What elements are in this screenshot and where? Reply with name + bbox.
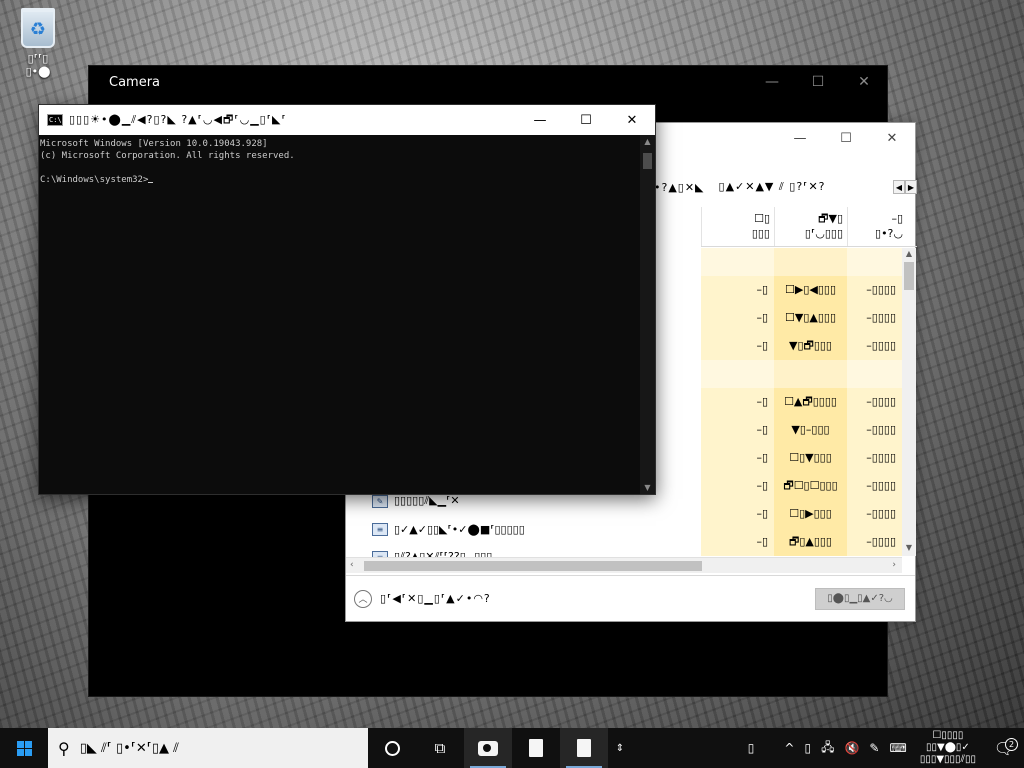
tray-item-1-icon[interactable]: ▯ bbox=[799, 741, 816, 755]
footer-details-link[interactable]: ▯⸢◀⸢✕▯▁▯⸢▲✓•◠? bbox=[380, 592, 491, 605]
list-footer: ︿ ▯⸢◀⸢✕▯▁▯⸢▲✓•◠? ▯⬤▯▁▯▲✓?◡ bbox=[346, 575, 915, 621]
cmd-title: ▯▯▯☀•⬤▁⫽◀?▯?◣ ?▲⸢◡◀🗗⸢◡▁▯⸢◣⸢ bbox=[69, 112, 287, 126]
list-horizontal-scrollbar[interactable]: ‹ › bbox=[346, 557, 902, 573]
list-close-button[interactable]: ✕ bbox=[869, 123, 915, 153]
camera-icon bbox=[478, 740, 498, 756]
column-c-header[interactable]: –▯ ▯•?◡ bbox=[847, 207, 907, 246]
list-item[interactable]: ≡ ▯✓▲✓▯▯◣⸢•✓⬤■⸢▯▯▯▯▯ bbox=[372, 515, 702, 543]
recycle-bin-label-1: ▯⸢⸢▯ bbox=[27, 52, 49, 65]
console-output[interactable]: Microsoft Windows [Version 10.0.19043.92… bbox=[39, 135, 642, 494]
camera-close-button[interactable]: ✕ bbox=[841, 66, 887, 98]
table-row[interactable]: –▯ ☐▲🗗▯▯▯▯ –▯▯▯▯ bbox=[701, 388, 902, 416]
search-placeholder: ▯◣ ⫽⸢ ▯•⸢✕⸢▯▲ ⫽ bbox=[79, 740, 179, 756]
document-icon bbox=[529, 739, 543, 757]
list-minimize-button[interactable]: — bbox=[777, 123, 823, 153]
taskbar-document-app-2[interactable] bbox=[560, 728, 608, 768]
cmd-scroll-up-icon[interactable]: ▲ bbox=[640, 137, 655, 146]
cmd-app-icon: C:\ bbox=[47, 114, 63, 126]
table-row[interactable]: –▯ ☐▯▼▯▯▯ –▯▯▯▯ bbox=[701, 444, 902, 472]
taskbar-overflow-button[interactable]: ⇕ bbox=[608, 728, 632, 768]
ime-indicator[interactable]: ▯ bbox=[743, 741, 760, 755]
clock-line-1: ☐▯▯▯▯ bbox=[932, 730, 964, 741]
pen-icon[interactable]: ✎ bbox=[864, 741, 884, 755]
cortana-button[interactable] bbox=[368, 728, 416, 768]
recycle-bin-icon: ♻ bbox=[21, 8, 55, 48]
toolbar-group-2[interactable]: ▯▲✓✕▲▼ ⫽ ▯?⸢✕? bbox=[719, 180, 826, 194]
search-icon: ⚲ bbox=[58, 738, 70, 758]
table-row[interactable] bbox=[701, 360, 902, 388]
taskbar-camera-app[interactable] bbox=[464, 728, 512, 768]
table-rows: –▯ ☐▶▯◀▯▯▯ –▯▯▯▯ –▯ ☐▼▯▲▯▯▯ –▯▯▯▯ –▯ ▼▯🗗▯▯▯ –▯… bbox=[701, 248, 902, 556]
camera-maximize-button[interactable]: ☐ bbox=[795, 66, 841, 98]
clock-line-3: ▯▯▯▼▯▯▯⫽▯▯ bbox=[919, 754, 976, 765]
console-prompt-line[interactable]: C:\Windows\system32> bbox=[40, 174, 642, 186]
table-row[interactable]: –▯ ☐▶▯◀▯▯▯ –▯▯▯▯ bbox=[701, 276, 902, 304]
cmd-window: C:\ ▯▯▯☀•⬤▁⫽◀?▯?◣ ?▲⸢◡◀🗗⸢◡▁▯⸢◣⸢ — ☐ ✕ Mi… bbox=[38, 104, 656, 495]
list-hscroll-thumb[interactable] bbox=[364, 561, 702, 571]
recycle-bin-label-2: ▯•⬤ bbox=[25, 65, 51, 78]
column-a-header[interactable]: ☐▯ ▯▯▯ bbox=[701, 207, 774, 246]
cmd-minimize-button[interactable]: — bbox=[517, 105, 563, 135]
table-row[interactable]: –▯ ▼▯–▯▯▯ –▯▯▯▯ bbox=[701, 416, 902, 444]
cmd-scroll-down-icon[interactable]: ▼ bbox=[640, 483, 655, 492]
console-line-version: Microsoft Windows [Version 10.0.19043.92… bbox=[40, 139, 268, 149]
table-row[interactable]: –▯ ☐▯▶▯▯▯ –▯▯▯▯ bbox=[701, 500, 902, 528]
notification-count-badge: 2 bbox=[1005, 737, 1018, 751]
item-icon: ≡ bbox=[372, 522, 388, 536]
camera-title: Camera bbox=[109, 74, 161, 90]
table-row[interactable] bbox=[701, 248, 902, 276]
scroll-left-icon[interactable]: ‹ bbox=[350, 560, 354, 570]
item-icon: ✎ bbox=[372, 494, 388, 508]
task-view-icon: ⧉ bbox=[434, 739, 446, 757]
column-b-header[interactable]: 🗗▼▯ ▯⸢◡▯▯▯ bbox=[774, 207, 847, 246]
start-button[interactable] bbox=[0, 728, 48, 768]
cmd-vertical-scrollbar[interactable]: ▲ ▼ bbox=[640, 135, 655, 494]
taskbar-document-app-1[interactable] bbox=[512, 728, 560, 768]
taskbar: ⚲ ▯◣ ⫽⸢ ▯•⸢✕⸢▯▲ ⫽ ⧉ ⇕ ▯ ^ ▯ 🖧 🔇 ✎ ⌨ ☐▯▯▯… bbox=[0, 728, 1024, 768]
toolbar-scroll-left-icon[interactable]: ◀ bbox=[893, 180, 905, 194]
console-line-copyright: (c) Microsoft Corporation. All rights re… bbox=[40, 151, 295, 161]
list-vscroll-thumb[interactable] bbox=[904, 262, 914, 290]
cmd-titlebar[interactable]: C:\ ▯▯▯☀•⬤▁⫽◀?▯?◣ ?▲⸢◡◀🗗⸢◡▁▯⸢◣⸢ — ☐ ✕ bbox=[39, 105, 655, 135]
camera-titlebar[interactable]: Camera — ☐ ✕ bbox=[89, 66, 887, 98]
table-row[interactable]: –▯ ☐▼▯▲▯▯▯ –▯▯▯▯ bbox=[701, 304, 902, 332]
cmd-vscroll-thumb[interactable] bbox=[643, 153, 652, 169]
taskbar-clock[interactable]: ☐▯▯▯▯ ▯▯▼⬤▯✓ ▯▯▯▼▯▯▯⫽▯▯ bbox=[912, 730, 984, 766]
action-center-button[interactable]: 🗨 2 bbox=[984, 737, 1024, 758]
tray-chevron-up-icon[interactable]: ^ bbox=[779, 741, 799, 755]
volume-muted-icon[interactable]: 🔇 bbox=[839, 741, 864, 755]
cortana-ring-icon bbox=[384, 740, 400, 756]
camera-minimize-button[interactable]: — bbox=[749, 66, 795, 98]
scroll-down-icon[interactable]: ▼ bbox=[902, 543, 916, 555]
cmd-maximize-button[interactable]: ☐ bbox=[563, 105, 609, 135]
taskbar-search-box[interactable]: ⚲ ▯◣ ⫽⸢ ▯•⸢✕⸢▯▲ ⫽ bbox=[48, 728, 368, 768]
windows-logo-icon bbox=[16, 740, 32, 756]
toolbar-group-1[interactable]: •?▲▯✕◣ bbox=[654, 181, 705, 194]
task-view-button[interactable]: ⧉ bbox=[416, 728, 464, 768]
scroll-up-icon[interactable]: ▲ bbox=[902, 249, 916, 261]
system-tray: ▯ ^ ▯ 🖧 🔇 ✎ ⌨ ☐▯▯▯▯ ▯▯▼⬤▯✓ ▯▯▯▼▯▯▯⫽▯▯ 🗨 … bbox=[743, 728, 1024, 768]
collapse-chevron-icon[interactable]: ︿ bbox=[354, 589, 372, 608]
keyboard-icon[interactable]: ⌨ bbox=[884, 741, 911, 755]
table-row[interactable]: –▯ 🗗▯▲▯▯▯ –▯▯▯▯ bbox=[701, 528, 902, 556]
footer-action-button[interactable]: ▯⬤▯▁▯▲✓?◡ bbox=[815, 587, 905, 610]
list-toolbar: •?▲▯✕◣ ▯▲✓✕▲▼ ⫽ ▯?⸢✕? ◀ ▶ bbox=[654, 177, 917, 197]
column-header: ☐▯ ▯▯▯ 🗗▼▯ ▯⸢◡▯▯▯ –▯ ▯•?◡ bbox=[701, 207, 917, 247]
table-row[interactable]: –▯ ▼▯🗗▯▯▯ –▯▯▯▯ bbox=[701, 332, 902, 360]
document-icon bbox=[577, 739, 591, 757]
list-vertical-scrollbar[interactable]: ▲ ▼ bbox=[902, 248, 916, 556]
scroll-right-icon[interactable]: › bbox=[892, 560, 896, 570]
text-cursor bbox=[148, 182, 154, 183]
console-prompt: C:\Windows\system32> bbox=[40, 175, 149, 185]
list-maximize-button[interactable]: ☐ bbox=[823, 123, 869, 153]
table-row[interactable]: –▯ 🗗☐▯☐▯▯▯ –▯▯▯▯ bbox=[701, 472, 902, 500]
chevron-updown-icon: ⇕ bbox=[615, 742, 625, 754]
recycle-bin-shortcut[interactable]: ♻ ▯⸢⸢▯ ▯•⬤ bbox=[6, 8, 70, 84]
network-icon[interactable]: 🖧 bbox=[816, 738, 839, 759]
clock-line-2: ▯▯▼⬤▯✓ bbox=[926, 742, 970, 753]
cmd-close-button[interactable]: ✕ bbox=[609, 105, 655, 135]
toolbar-scroll-right-icon[interactable]: ▶ bbox=[905, 180, 917, 194]
